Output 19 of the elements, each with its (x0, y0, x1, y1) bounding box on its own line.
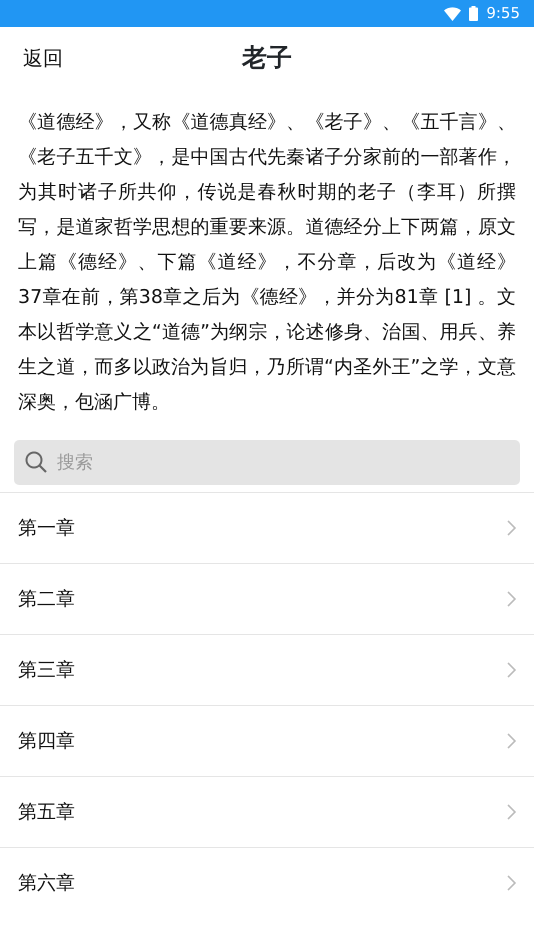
chevron-icon (507, 875, 516, 891)
chevron-icon (507, 591, 516, 607)
chapter-row[interactable]: 第四章 (0, 705, 534, 776)
chapter-row[interactable]: 第六章 (0, 847, 534, 918)
chevron-icon (507, 733, 516, 749)
chevron-icon (507, 804, 516, 820)
back-link[interactable]: 返回 (23, 43, 63, 73)
chapter-row[interactable]: 第一章 (0, 492, 534, 563)
battery-icon (469, 6, 478, 21)
intro-paragraph: 《道德经》，又称《道德真经》、《老子》、《五千言》、《老子五千文》，是中国古代先秦诸子分家前的一部著作，为其时诸子所共仰，传说是春秋时期的老子（李耳）所撰写，是道家哲学思想的重要来源。道德经分上下两篇，原文上篇《德经》、下篇《道经》，不分章，后改为《道经》37章在前，第38章之后为《德经》，并分为81章 [1] 。文本以哲学意义之“道德”为纲宗，论述修身、治国、用兵、养生之道，而多以政治为旨归，乃所谓“内圣外王”之学，文意深奥，包涵广博。 (17, 110, 517, 415)
chapter-row[interactable]: 第五章 (0, 776, 534, 847)
chevron-icon (507, 662, 516, 678)
search-field[interactable]: 搜索 (14, 440, 520, 485)
page-title: 老子 (242, 42, 292, 74)
chevron-icon (507, 520, 516, 536)
chapter-row[interactable]: 第三章 (0, 634, 534, 705)
wifi-icon (444, 6, 462, 20)
chapter-row[interactable]: 第二章 (0, 563, 534, 634)
status-time: 9:55 (486, 3, 520, 24)
